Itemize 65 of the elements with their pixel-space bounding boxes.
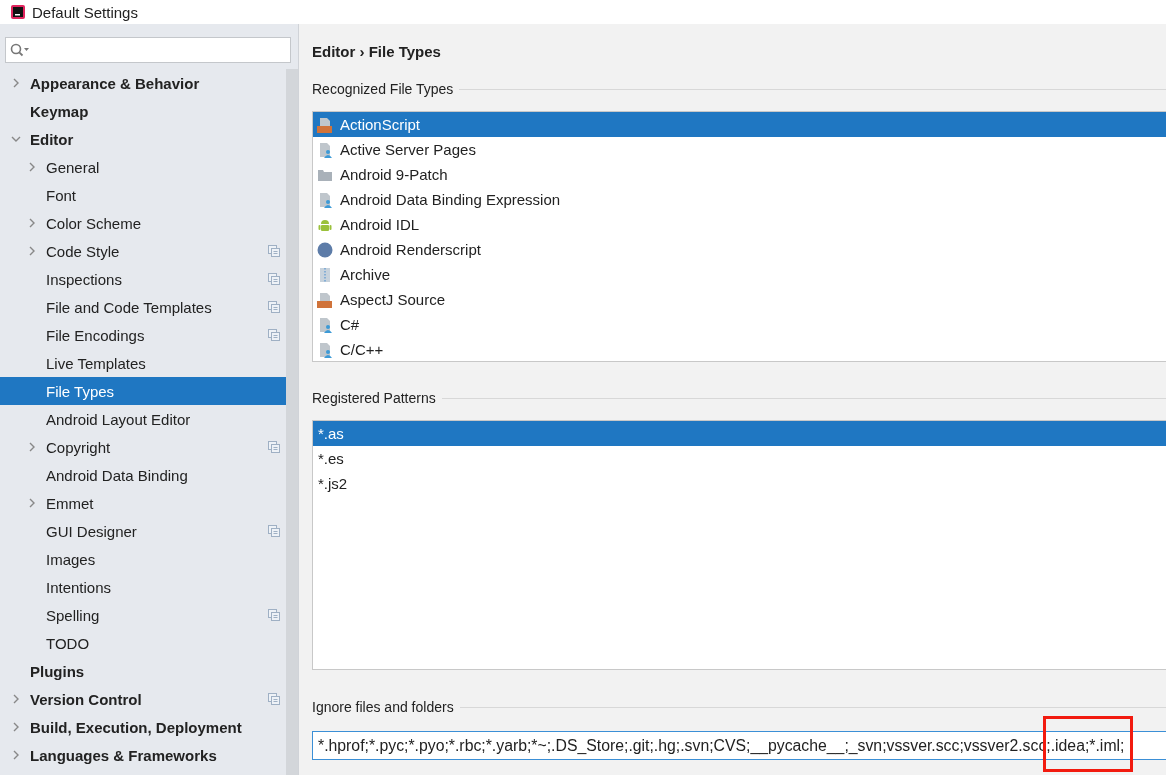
tree-item[interactable]: Spelling	[0, 601, 286, 629]
list-item[interactable]: Android 9-Patch	[313, 162, 1166, 187]
tree-item[interactable]: Android Data Binding	[0, 461, 286, 489]
tree-item[interactable]: Keymap	[0, 97, 286, 125]
list-item[interactable]: ActionScript	[313, 112, 1166, 137]
tree-item[interactable]: Android Layout Editor	[0, 405, 286, 433]
list-item[interactable]: Archive	[313, 262, 1166, 287]
tree-item[interactable]: File and Code Templates	[0, 293, 286, 321]
tree-item[interactable]: Images	[0, 545, 286, 573]
tree-item[interactable]: General	[0, 153, 286, 181]
section-title: Recognized File Types	[312, 81, 454, 97]
chevron-right-icon[interactable]	[27, 246, 37, 256]
list-item[interactable]: *.es	[313, 446, 1166, 471]
tree-item[interactable]: File Types	[0, 377, 286, 405]
chevron-down-icon[interactable]	[11, 134, 21, 144]
window-title: Default Settings	[32, 3, 138, 21]
chevron-right-icon[interactable]	[27, 218, 37, 228]
file-icon	[317, 141, 333, 158]
breadcrumb: Editor › File Types	[312, 43, 441, 60]
list-item[interactable]: Android IDL	[313, 212, 1166, 237]
file-icon	[317, 116, 333, 133]
list-item[interactable]: Active Server Pages	[313, 137, 1166, 162]
tree-item[interactable]: GUI Designer	[0, 517, 286, 545]
tree-item[interactable]: Plugins	[0, 657, 286, 685]
file-icon	[317, 191, 333, 208]
scrollbar[interactable]	[286, 69, 298, 775]
chevron-right-icon[interactable]	[11, 694, 21, 704]
chevron-right-icon[interactable]	[11, 722, 21, 732]
circle-icon	[317, 241, 333, 258]
tree-item[interactable]: Color Scheme	[0, 209, 286, 237]
file-icon	[317, 341, 333, 358]
tree-item[interactable]: Editor	[0, 125, 286, 153]
tree-item[interactable]: Intentions	[0, 573, 286, 601]
tree-item[interactable]: Emmet	[0, 489, 286, 517]
tree-item[interactable]: Live Templates	[0, 349, 286, 377]
chevron-right-icon[interactable]	[27, 162, 37, 172]
chevron-right-icon[interactable]	[11, 78, 21, 88]
file-icon	[317, 316, 333, 333]
tree-item[interactable]: Copyright	[0, 433, 286, 461]
chevron-right-icon[interactable]	[27, 442, 37, 452]
chevron-right-icon[interactable]	[11, 750, 21, 760]
list-item[interactable]: *.js2	[313, 471, 1166, 496]
list-item[interactable]: C#	[313, 312, 1166, 337]
tree-item[interactable]: File Encodings	[0, 321, 286, 349]
section-title: Ignore files and folders	[312, 699, 454, 715]
file-icon	[317, 291, 333, 308]
search-field[interactable]	[5, 37, 291, 63]
list-item[interactable]: *.as	[313, 421, 1166, 446]
section-title: Registered Patterns	[312, 390, 436, 406]
archive-icon	[317, 266, 333, 283]
search-icon	[10, 43, 30, 57]
tree-item[interactable]: Version Control	[0, 685, 286, 713]
list-item[interactable]: C/C++	[313, 337, 1166, 362]
chevron-right-icon[interactable]	[27, 498, 37, 508]
tree-item[interactable]: Build, Execution, Deployment	[0, 713, 286, 741]
app-icon	[10, 4, 26, 20]
tree-item[interactable]: TODO	[0, 629, 286, 657]
list-item[interactable]: Android Renderscript	[313, 237, 1166, 262]
list-item[interactable]: Android Data Binding Expression	[313, 187, 1166, 212]
tree-item[interactable]: Font	[0, 181, 286, 209]
tree-item[interactable]: Languages & Frameworks	[0, 741, 286, 769]
tree-item[interactable]: Appearance & Behavior	[0, 69, 286, 97]
tree-item[interactable]: Inspections	[0, 265, 286, 293]
tree-item[interactable]: Code Style	[0, 237, 286, 265]
list-item[interactable]: AspectJ Source	[313, 287, 1166, 312]
